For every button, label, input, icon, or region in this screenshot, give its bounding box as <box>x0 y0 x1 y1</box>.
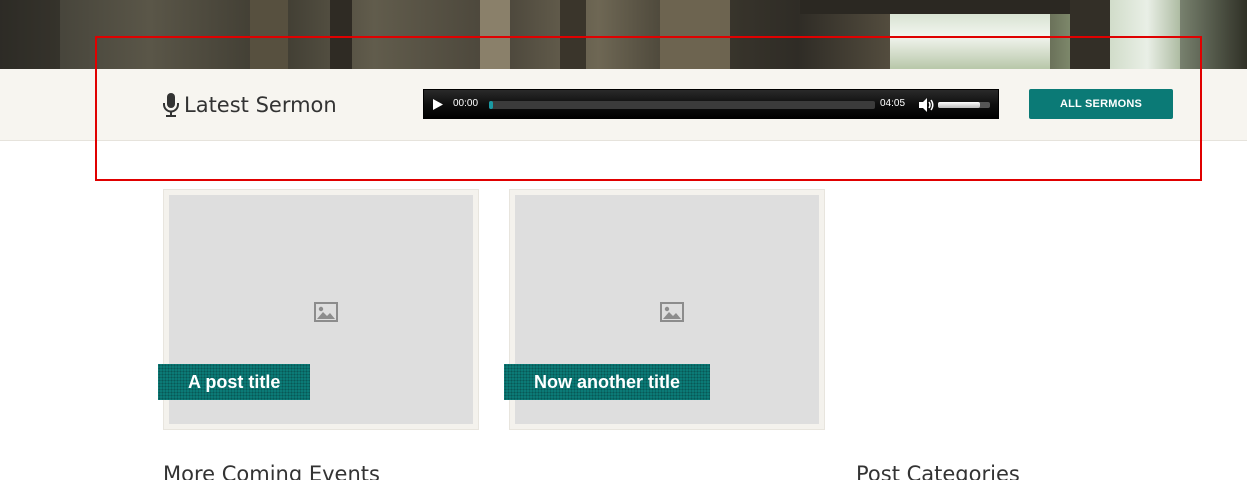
current-time: 00:00 <box>453 98 479 109</box>
volume-icon[interactable] <box>918 97 934 113</box>
latest-sermon-bar: Latest Sermon 00:00 04:05 ALL SERMONS <box>0 69 1247 141</box>
sermon-title: Latest Sermon <box>184 93 337 117</box>
volume-fill <box>938 102 980 108</box>
image-placeholder-icon <box>660 302 684 322</box>
post-title-link[interactable]: A post title <box>158 364 311 400</box>
microphone-icon <box>163 93 179 117</box>
volume-slider[interactable] <box>938 102 990 108</box>
categories-heading: Post Categories <box>856 462 1020 480</box>
all-sermons-button[interactable]: ALL SERMONS <box>1029 89 1173 119</box>
image-placeholder-icon <box>314 302 338 322</box>
hero-image <box>0 0 1247 69</box>
events-heading: More Coming Events <box>163 462 380 480</box>
audio-player[interactable]: 00:00 04:05 <box>423 89 999 119</box>
total-time: 04:05 <box>880 98 906 109</box>
progress-fill <box>489 101 493 109</box>
post-title-link[interactable]: Now another title <box>504 364 711 400</box>
progress-slider[interactable] <box>489 101 875 109</box>
sermon-heading: Latest Sermon <box>162 91 337 119</box>
play-icon[interactable] <box>432 98 444 111</box>
